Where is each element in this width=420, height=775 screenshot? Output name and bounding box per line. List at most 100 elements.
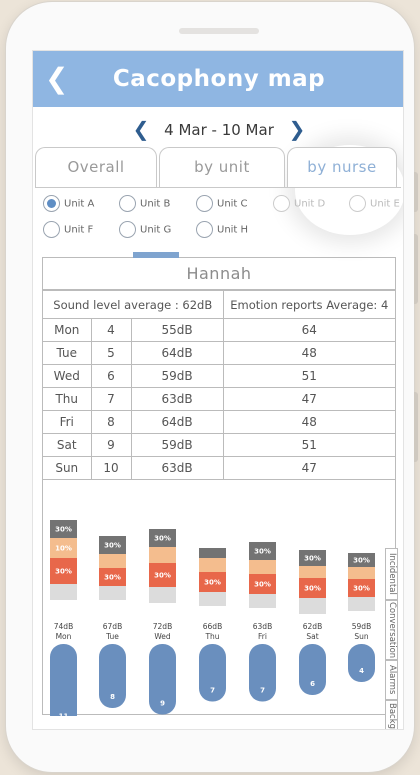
radio-icon xyxy=(349,195,366,212)
unit-radio-a[interactable]: Unit A xyxy=(43,195,94,212)
table-row: Thu 7 63dB 47 xyxy=(43,387,395,411)
day-cell: Sat xyxy=(43,433,92,457)
next-week-button[interactable]: ❯ xyxy=(279,117,316,141)
emotion-cell: 47 xyxy=(222,387,395,411)
day-label: Wed xyxy=(154,632,171,641)
legend-background[interactable]: Background xyxy=(385,700,398,729)
emotion-cell: 64 xyxy=(222,318,395,342)
day-cell: Sun xyxy=(43,456,92,480)
bar-segment-background xyxy=(299,598,326,614)
unit-radio-g[interactable]: Unit G xyxy=(119,221,171,238)
db-cell: 63dB xyxy=(130,387,224,411)
table-row: Wed 6 59dB 51 xyxy=(43,364,395,388)
unit-radio-e[interactable]: Unit E xyxy=(349,195,400,212)
emotion-count-label: 7 xyxy=(260,687,265,695)
nurse-panel: Hannah Sound level average : 62dB Emotio… xyxy=(42,252,398,729)
view-tabs: Overall by unit by nurse xyxy=(35,147,397,187)
bar-segment-conversation xyxy=(149,547,176,563)
tab-by-nurse[interactable]: by nurse xyxy=(287,147,397,187)
day-label: Thu xyxy=(204,632,219,641)
tab-by-unit[interactable]: by unit xyxy=(159,147,285,187)
power-button xyxy=(414,392,418,462)
bar-segment-conversation xyxy=(99,554,126,568)
day-cell: Fri xyxy=(43,410,92,434)
table-header-row: Sound level average : 62dB Emotion repor… xyxy=(43,290,395,319)
unit-radio-h[interactable]: Unit H xyxy=(196,221,248,238)
phone-frame: ❮ Cacophony map ❮ 4 Mar - 10 Mar ❯ Overa… xyxy=(6,2,418,772)
bar-segment-background xyxy=(199,592,226,606)
tab-divider xyxy=(35,187,401,188)
speaker-grille xyxy=(179,28,259,34)
date-cell: 10 xyxy=(90,456,132,480)
emotion-count-label: 6 xyxy=(310,680,315,688)
emotion-cell: 48 xyxy=(222,341,395,365)
segment-label: 30% xyxy=(104,542,121,550)
db-cell: 64dB xyxy=(130,341,224,365)
table-row: Tue 5 64dB 48 xyxy=(43,341,395,365)
emotion-bar xyxy=(50,644,77,716)
bar-segment-background xyxy=(50,584,77,600)
tab-overall[interactable]: Overall xyxy=(35,147,157,187)
day-cell: Thu xyxy=(43,387,92,411)
db-cell: 59dB xyxy=(130,433,224,457)
bar-segment-background xyxy=(249,594,276,608)
legend-conversation[interactable]: Conversation xyxy=(385,600,398,660)
emotion-average: Emotion reports Average: 4 xyxy=(222,290,395,319)
segment-label: 30% xyxy=(304,585,321,593)
date-cell: 9 xyxy=(90,433,132,457)
nurse-table: Sound level average : 62dB Emotion repor… xyxy=(43,290,395,480)
emotion-count-label: 11 xyxy=(59,713,69,717)
bar-segment-conversation xyxy=(199,558,226,572)
table-row: Fri 8 64dB 48 xyxy=(43,410,395,434)
table-row: Mon 4 55dB 64 xyxy=(43,318,395,342)
db-label: 59dB xyxy=(352,622,371,631)
bar-segment-background xyxy=(149,587,176,603)
radio-icon xyxy=(43,221,60,238)
unit-radio-f[interactable]: Unit F xyxy=(43,221,93,238)
week-range: 4 Mar - 10 Mar xyxy=(164,121,274,139)
emotion-count-label: 7 xyxy=(210,687,215,695)
unit-radio-b[interactable]: Unit B xyxy=(119,195,170,212)
legend-alarms[interactable]: Alarms xyxy=(385,660,398,700)
date-cell: 4 xyxy=(90,318,132,342)
radio-icon xyxy=(119,195,136,212)
table-row: Sat 9 59dB 51 xyxy=(43,433,395,457)
emotion-bar xyxy=(348,644,375,682)
date-cell: 8 xyxy=(90,410,132,434)
day-label: Fri xyxy=(258,632,267,641)
legend-incidental[interactable]: Incidental xyxy=(385,548,398,600)
emotion-count-label: 9 xyxy=(160,700,165,708)
app-screen: ❮ Cacophony map ❮ 4 Mar - 10 Mar ❯ Overa… xyxy=(32,50,404,730)
segment-label: 30% xyxy=(154,572,171,580)
segment-label: 30% xyxy=(353,585,370,593)
db-label: 74dB xyxy=(54,622,73,631)
table-row: Sun 10 63dB 47 xyxy=(43,456,395,480)
prev-week-button[interactable]: ❮ xyxy=(123,117,160,141)
emotion-count-label: 8 xyxy=(110,693,115,701)
db-cell: 55dB xyxy=(130,318,224,342)
segment-label: 30% xyxy=(254,548,271,556)
day-label: Sat xyxy=(306,632,318,641)
day-label: Sun xyxy=(354,632,369,641)
week-selector: ❮ 4 Mar - 10 Mar ❯ xyxy=(33,116,403,142)
emotion-cell: 51 xyxy=(222,433,395,457)
day-label: Tue xyxy=(105,632,119,641)
db-cell: 64dB xyxy=(130,410,224,434)
bar-segment-conversation xyxy=(299,566,326,578)
sound-average: Sound level average : 62dB xyxy=(43,290,224,319)
db-label: 62dB xyxy=(303,622,322,631)
db-cell: 63dB xyxy=(130,456,224,480)
nurse-name: Hannah xyxy=(43,258,395,290)
date-cell: 7 xyxy=(90,387,132,411)
day-cell: Wed xyxy=(43,364,92,388)
bar-segment-incidental xyxy=(199,548,226,558)
segment-label: 30% xyxy=(254,581,271,589)
bar-segment-conversation xyxy=(348,567,375,579)
date-cell: 6 xyxy=(90,364,132,388)
unit-radio-c[interactable]: Unit C xyxy=(196,195,248,212)
radio-icon xyxy=(119,221,136,238)
db-label: 63dB xyxy=(253,622,272,631)
radio-icon xyxy=(196,221,213,238)
unit-radio-d[interactable]: Unit D xyxy=(273,195,325,212)
emotion-cell: 48 xyxy=(222,410,395,434)
